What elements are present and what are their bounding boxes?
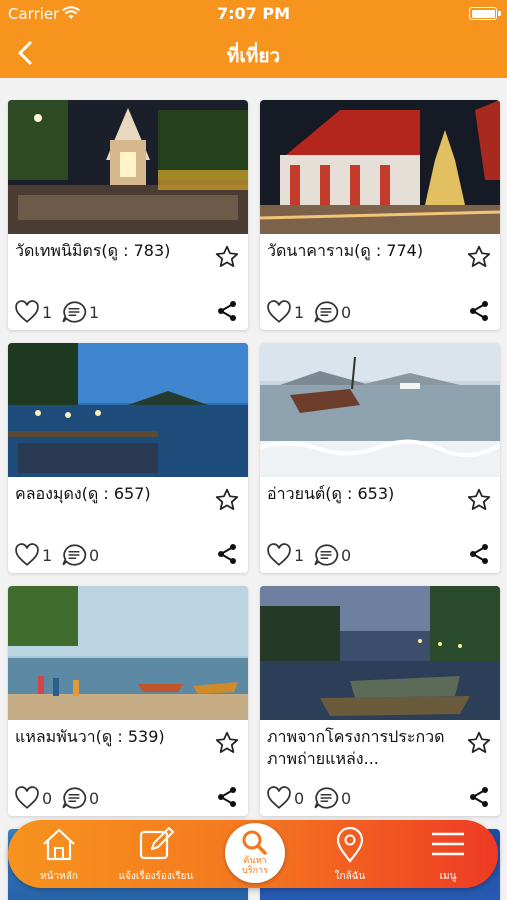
comment-icon [62,787,87,809]
like-button[interactable]: 1 [266,300,304,324]
star-icon[interactable] [466,487,492,513]
star-icon[interactable] [214,244,240,270]
place-photo [260,586,500,720]
comment-button[interactable]: 0 [61,543,99,567]
star-icon[interactable] [214,487,240,513]
place-name: แหลมพันวา(ดู : 539) [15,727,165,746]
share-icon[interactable] [216,543,238,565]
star-icon[interactable] [466,730,492,756]
like-button[interactable]: 1 [14,543,52,567]
comment-count: 0 [89,788,100,808]
share-icon[interactable] [468,786,490,808]
heart-icon [15,786,39,809]
battery-icon [469,7,497,20]
location-pin-icon [336,826,364,863]
like-button[interactable]: 0 [14,786,52,810]
comment-count: 0 [341,545,352,565]
comment-icon [314,301,339,323]
comment-count: 1 [89,302,100,322]
heart-icon [267,786,291,809]
heart-icon [15,543,39,566]
like-count: 1 [42,302,53,322]
like-button[interactable]: 1 [266,543,304,567]
tab-home[interactable]: หน้าหลัก [22,820,96,888]
share-icon[interactable] [216,786,238,808]
bottom-tab-bar: หน้าหลัก แจ้งเรื่องร้องเรียน ค้นหา บริกา… [8,820,498,888]
place-card[interactable]: อ่าวยนต์(ดู : 653) 1 0 [260,343,500,573]
tab-search[interactable]: ค้นหา บริการ [225,823,285,883]
like-count: 1 [42,545,53,565]
place-name: ภาพจากโครงการประกวดภาพถ่ายแหล่ง... [267,727,445,768]
home-icon [43,828,75,861]
share-icon[interactable] [468,300,490,322]
place-name: วัดเทพนิมิตร(ดู : 783) [15,241,171,260]
comment-button[interactable]: 0 [313,543,351,567]
place-photo [8,100,248,234]
navigation-bar: ที่เที่ยว [0,28,507,78]
like-button[interactable]: 0 [266,786,304,810]
tab-nearby[interactable]: ใกล้ฉัน [310,820,390,888]
star-icon[interactable] [466,244,492,270]
like-count: 1 [294,302,305,322]
tab-search-label-2: บริการ [242,866,268,876]
comment-icon [314,787,339,809]
comment-button[interactable]: 0 [313,786,351,810]
heart-icon [267,300,291,323]
tab-home-label: หน้าหลัก [40,871,78,882]
like-button[interactable]: 1 [14,300,52,324]
search-icon [242,830,267,855]
like-count: 1 [294,545,305,565]
comment-icon [62,544,87,566]
like-count: 0 [294,788,305,808]
place-card[interactable]: แหลมพันวา(ดู : 539) 0 0 [8,586,248,816]
clock: 7:07 PM [216,4,290,23]
place-photo [260,100,500,234]
edit-icon [139,827,174,860]
place-card[interactable]: คลองมุดง(ดู : 657) 1 0 [8,343,248,573]
comment-count: 0 [341,302,352,322]
place-photo [260,343,500,477]
comment-count: 0 [89,545,100,565]
tab-nearby-label: ใกล้ฉัน [334,871,366,882]
tab-menu[interactable]: เมนู [410,820,486,888]
page-title: ที่เที่ยว [226,45,281,67]
place-card[interactable]: ภาพจากโครงการประกวดภาพถ่ายแหล่ง... 0 0 [260,586,500,816]
comment-button[interactable]: 1 [61,300,99,324]
share-icon[interactable] [216,300,238,322]
place-card[interactable]: วัดนาคาราม(ดู : 774) 1 0 [260,100,500,330]
heart-icon [15,300,39,323]
place-card[interactable]: วัดเทพนิมิตร(ดู : 783) 1 1 [8,100,248,330]
place-name: อ่าวยนต์(ดู : 653) [267,484,395,503]
comment-count: 0 [341,788,352,808]
places-grid: วัดเทพนิมิตร(ดู : 783) 1 1 วัดนาคาราม(ดู… [0,78,507,900]
comment-icon [314,544,339,566]
share-icon[interactable] [468,543,490,565]
heart-icon [267,543,291,566]
tab-search-label-1: ค้นหา [243,856,267,866]
hamburger-menu-icon [432,832,464,856]
place-name: วัดนาคาราม(ดู : 774) [267,241,424,260]
place-name: คลองมุดง(ดู : 657) [15,484,151,503]
tab-menu-label: เมนู [439,871,457,882]
tab-report-label: แจ้งเรื่องร้องเรียน [118,871,194,882]
star-icon[interactable] [214,730,240,756]
status-bar: Carrier 7:07 PM [0,0,507,28]
comment-button[interactable]: 0 [61,786,99,810]
place-photo [8,586,248,720]
comment-icon [62,301,87,323]
tab-report[interactable]: แจ้งเรื่องร้องเรียน [106,820,206,888]
comment-button[interactable]: 0 [313,300,351,324]
like-count: 0 [42,788,53,808]
place-photo [8,343,248,477]
